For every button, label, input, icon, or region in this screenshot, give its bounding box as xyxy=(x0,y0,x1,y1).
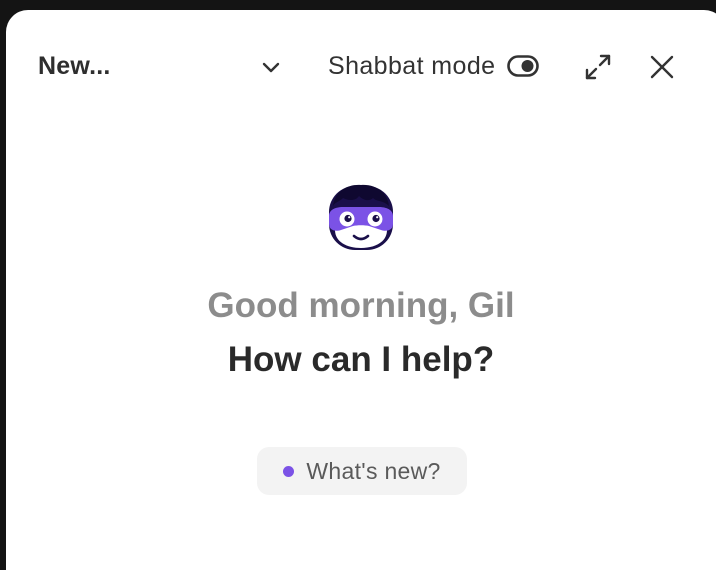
shabbat-mode-toggle[interactable]: Shabbat mode xyxy=(328,50,540,82)
welcome-section: Good morning, Gil How can I help? xyxy=(6,180,716,380)
expand-button[interactable] xyxy=(580,50,616,84)
chevron-down-icon xyxy=(262,62,280,73)
shabbat-mode-label: Shabbat mode xyxy=(328,51,496,80)
close-button[interactable] xyxy=(644,50,680,84)
conversation-title[interactable]: New... xyxy=(38,52,111,81)
conversation-dropdown-button[interactable] xyxy=(254,52,288,82)
chat-panel: New... Shabbat mode Good morning, Gil Ho… xyxy=(6,10,716,570)
avatar-icon xyxy=(329,184,393,250)
panel-header: New... Shabbat mode xyxy=(6,10,716,122)
whats-new-label: What's new? xyxy=(306,457,441,484)
new-indicator-dot xyxy=(283,465,295,477)
help-prompt: How can I help? xyxy=(227,340,495,379)
close-icon xyxy=(650,55,674,79)
expand-icon xyxy=(585,54,611,80)
greeting-text: Good morning, Gil xyxy=(207,286,515,325)
toggle-icon[interactable] xyxy=(507,55,540,77)
whats-new-button[interactable]: What's new? xyxy=(257,447,467,495)
